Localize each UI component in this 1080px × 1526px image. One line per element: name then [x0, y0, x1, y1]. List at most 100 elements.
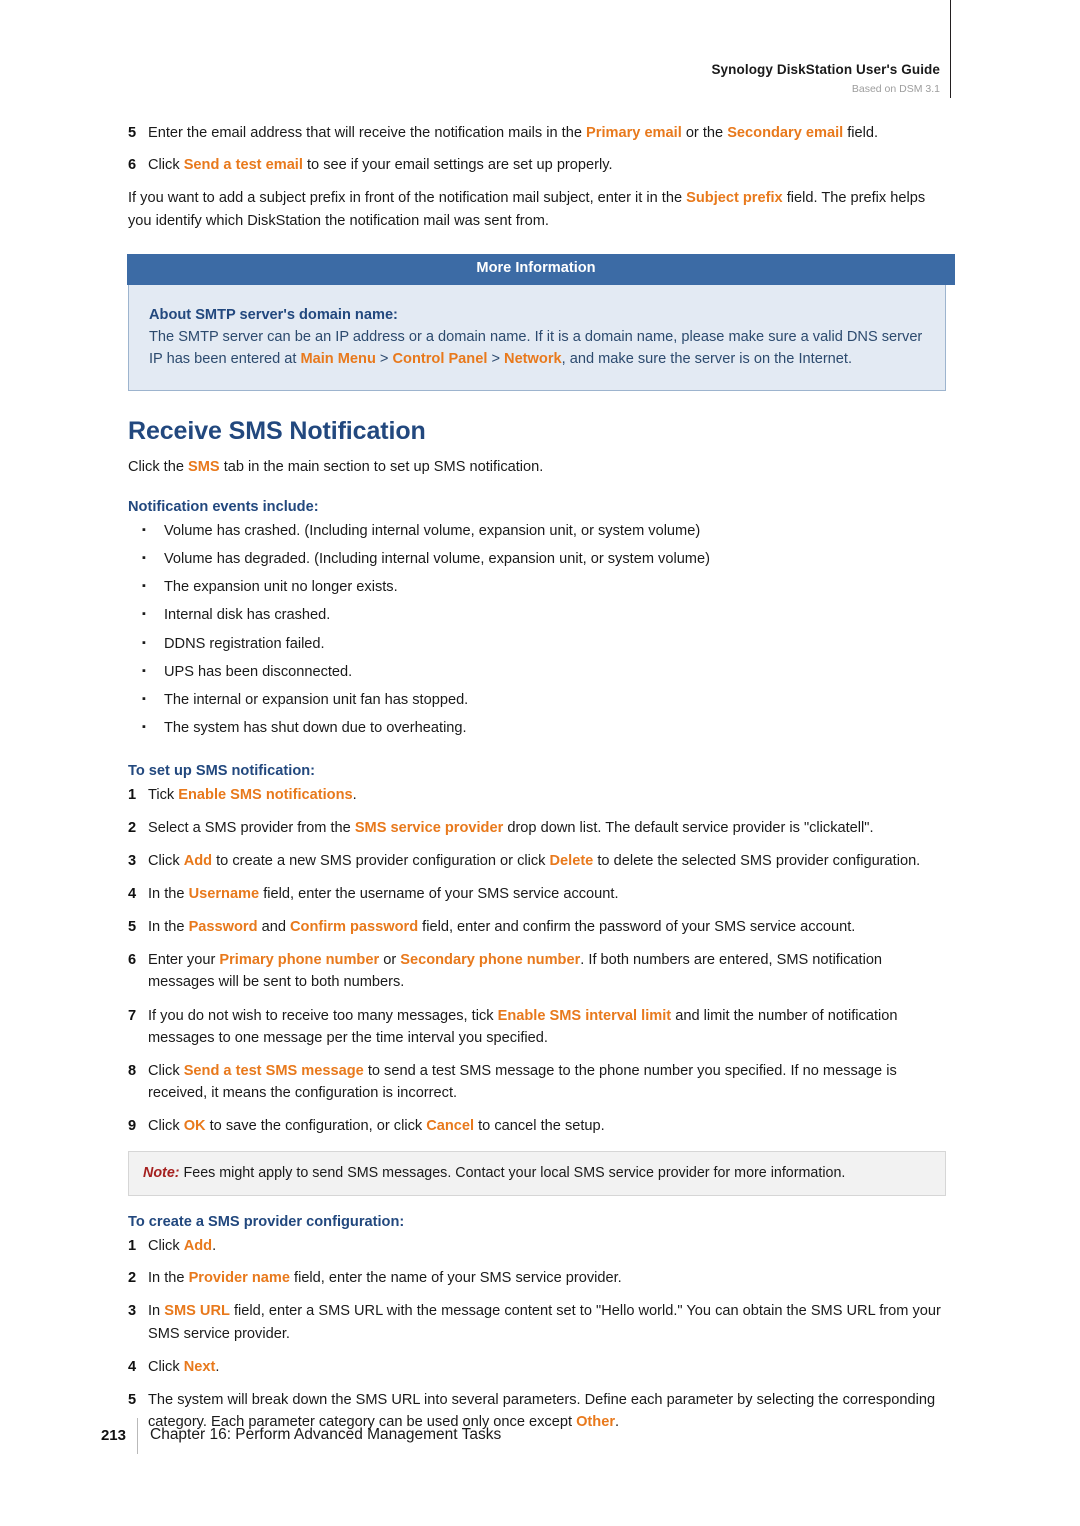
square-bullet-icon: ▪: [142, 692, 146, 705]
numbered-step: 3 Click Add to create a new SMS provider …: [128, 850, 946, 872]
list-item: ▪ The system has shut down due to overhea…: [128, 717, 946, 739]
text-run: to save the configuration, or click: [205, 1118, 427, 1135]
text-run: Enter the email address that will receiv…: [148, 125, 587, 141]
list-item-label: The expansion unit no longer exists.: [164, 579, 398, 596]
text-run: Enter your: [148, 952, 220, 969]
step-number: 3: [128, 1303, 137, 1320]
ui-term: Add: [183, 852, 213, 869]
step-text: Click Send a test SMS message to send a …: [148, 1060, 946, 1104]
ui-term: Send a test email: [183, 157, 303, 174]
ui-term: Network: [504, 350, 562, 367]
list-item-label: UPS has been disconnected.: [164, 663, 353, 680]
list-item-label: Volume has crashed. (Including internal …: [164, 522, 701, 539]
text-run: Tick: [148, 787, 179, 804]
list-item-label: Volume has degraded. (Including internal…: [164, 551, 710, 568]
step-number: 1: [128, 1238, 137, 1255]
text-run: .: [212, 1238, 217, 1255]
text-run: field, enter the name of your SMS servic…: [289, 1270, 622, 1287]
text-run: or: [379, 952, 401, 969]
numbered-step: 6 Enter your Primary phone number or Seco…: [128, 949, 946, 993]
list-item: ▪ The internal or expansion unit fan has …: [128, 689, 946, 711]
step-number: 6: [128, 157, 137, 174]
document-subtitle: Based on DSM 3.1: [851, 83, 940, 95]
ui-term: Main Menu: [300, 350, 376, 367]
text-run: Click: [148, 1062, 184, 1079]
step-number: 3: [128, 852, 137, 869]
ui-term: Primary phone number: [219, 952, 380, 969]
numbered-step: 1 Click Add.: [128, 1235, 946, 1257]
numbered-step: 4 In the Username field, enter the userna…: [128, 883, 946, 905]
numbered-step: 5 Enter the email address that will recei…: [128, 122, 946, 144]
setup-heading: To set up SMS notification:: [128, 763, 316, 780]
provider-heading: To create a SMS provider configuration:: [128, 1214, 405, 1231]
square-bullet-icon: ▪: [142, 580, 146, 593]
ui-term: Enable SMS interval limit: [497, 1007, 672, 1024]
list-item-label: The internal or expansion unit fan has s…: [164, 691, 469, 708]
step-number: 4: [128, 1358, 137, 1375]
ui-term: Enable SMS notifications: [178, 787, 353, 804]
text-run: In: [148, 1303, 165, 1320]
callout-caption-bar: More Information: [127, 253, 955, 285]
step-number: 5: [128, 919, 137, 936]
text-run: tab in the main section to set up SMS no…: [219, 458, 544, 475]
text-run: Click: [148, 1358, 184, 1375]
text-run: >: [375, 350, 393, 367]
numbered-step: 2 Select a SMS provider from the SMS serv…: [128, 817, 946, 839]
text-run: Click: [148, 852, 184, 869]
text-run: >: [487, 350, 505, 367]
ui-term: Subject prefix: [686, 190, 783, 207]
text-run: Click: [148, 157, 184, 174]
numbered-step: 2 In the Provider name field, enter the n…: [128, 1267, 946, 1289]
text-run: , and make sure the server is on the Int…: [561, 350, 853, 367]
callout-body-text: The SMTP server can be an IP address or …: [149, 326, 925, 370]
text-run: If you do not wish to receive too many m…: [148, 1007, 498, 1024]
text-run: .: [215, 1358, 220, 1375]
square-bullet-icon: ▪: [142, 608, 146, 621]
text-run: If you want to add a subject prefix in f…: [128, 190, 687, 207]
text-run: to see if your email settings are set up…: [302, 157, 613, 174]
ui-term: Confirm password: [290, 919, 419, 936]
ui-term: Secondary email: [727, 125, 844, 141]
note-box: Note: Fees might apply to send SMS messa…: [128, 1151, 946, 1197]
ui-term: SMS service provider: [354, 819, 504, 836]
text-run: field, enter the username of your SMS se…: [259, 885, 619, 902]
text-run: Select a SMS provider from the: [148, 819, 355, 836]
list-item-label: DDNS registration failed.: [164, 635, 325, 652]
step-text: If you do not wish to receive too many m…: [148, 1005, 946, 1049]
text-run: field.: [843, 125, 879, 141]
numbered-step: 4 Click Next.: [128, 1356, 946, 1378]
text-run: to delete the selected SMS provider conf…: [593, 852, 921, 869]
step-number: 5: [128, 1391, 137, 1408]
list-item-label: Internal disk has crashed.: [164, 607, 331, 624]
numbered-step: 7 If you do not wish to receive too many …: [128, 1005, 946, 1049]
list-item: ▪ Volume has crashed. (Including internal…: [128, 520, 946, 542]
ui-term: Delete: [549, 852, 594, 869]
note-label: Note:: [143, 1165, 180, 1182]
text-run: to create a new SMS provider configurati…: [212, 852, 550, 869]
step-text: Enter the email address that will receiv…: [148, 122, 946, 144]
step-number: 8: [128, 1062, 137, 1079]
ui-term: Control Panel: [392, 350, 488, 367]
ui-term: SMS: [188, 458, 220, 475]
page-number: 213: [100, 1427, 126, 1444]
provider-steps-list: 1 Click Add. 2 In the Provider name field, …: [128, 1235, 946, 1433]
step-text: Click Send a test email to see if your e…: [148, 154, 946, 176]
text-run: Click the: [128, 458, 189, 475]
page-content: 5 Enter the email address that will recei…: [127, 122, 955, 1444]
step-number: 7: [128, 1007, 137, 1024]
text-run: In the: [148, 919, 189, 936]
numbered-step: 1 Tick Enable SMS notifications.: [128, 784, 946, 806]
step-text: Click Next.: [148, 1356, 946, 1378]
section-intro-paragraph: Click the SMS tab in the main section to…: [128, 456, 946, 478]
footer-chapter-title: Chapter 16: Perform Advanced Management …: [150, 1426, 502, 1443]
ui-term: Primary email: [586, 125, 682, 141]
document-page: Synology DiskStation User's Guide Based …: [0, 0, 1080, 1526]
events-bullet-list: ▪ Volume has crashed. (Including internal…: [128, 520, 946, 739]
step-text: Enter your Primary phone number or Secon…: [148, 949, 946, 993]
numbered-step: 9 Click OK to save the configuration, or …: [128, 1115, 946, 1137]
ui-term: Add: [183, 1238, 213, 1255]
list-item: ▪ Internal disk has crashed.: [128, 604, 946, 626]
ui-term: SMS URL: [164, 1303, 230, 1320]
